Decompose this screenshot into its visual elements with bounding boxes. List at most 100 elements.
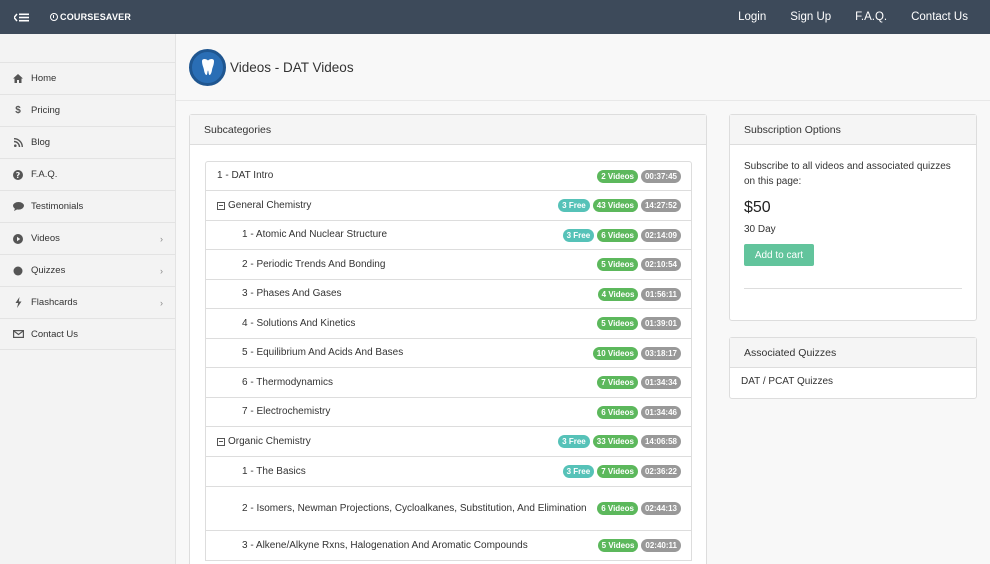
sidebar-item-pricing[interactable]: $ Pricing [0, 94, 175, 126]
sidebar-item-flashcards[interactable]: Flashcards › [0, 286, 175, 318]
sidebar-item-label: F.A.Q. [31, 169, 58, 180]
nav-faq-link[interactable]: F.A.Q. [843, 0, 899, 34]
sidebar-item-label: Testimonials [31, 201, 84, 212]
brand-name: COURSESAVER [60, 12, 132, 22]
associated-quizzes-heading: Associated Quizzes [730, 338, 976, 368]
subcategory-label: 1 - Atomic And Nuclear Structure [242, 229, 388, 240]
duration-badge: 02:44:13 [640, 502, 681, 515]
tooth-logo-icon [189, 48, 226, 86]
list-item[interactable]: 3 - Phases And Gases 4 Videos 01:56:11 [205, 280, 692, 309]
duration-badge: 02:40:11 [641, 539, 681, 552]
duration-badge: 14:27:52 [640, 199, 681, 212]
videos-count-badge: 5 Videos [597, 539, 639, 552]
subcategory-label: 6 - Thermodynamics [242, 376, 333, 388]
category-label: General Chemistry [228, 199, 312, 211]
nav-links: Login Sign Up F.A.Q. Contact Us [726, 0, 980, 34]
videos-count-badge: 6 Videos [597, 405, 638, 419]
videos-count-badge: 7 Videos [597, 376, 638, 389]
sidebar: Home $ Pricing Blog ? F.A.Q. Testimonial… [0, 34, 176, 564]
power-icon [50, 13, 58, 21]
list-item[interactable]: 2 - Periodic Trends And Bonding 5 Videos… [205, 250, 692, 280]
videos-count-badge: 7 Videos [597, 465, 638, 478]
videos-count-badge: 4 Videos [597, 287, 639, 301]
sidebar-item-blog[interactable]: Blog [0, 126, 175, 158]
chevron-right-icon: › [160, 233, 163, 244]
circle-icon [12, 265, 24, 277]
duration-badge: 01:56:11 [641, 287, 681, 301]
category-label: Organic Chemistry [228, 435, 311, 447]
free-count-badge: 3 Free [558, 199, 590, 212]
subcategory-label: 1 - DAT Intro [217, 170, 274, 181]
comment-icon [12, 201, 24, 213]
duration-badge: 02:36:22 [640, 465, 681, 478]
sidebar-item-label: Pricing [31, 105, 61, 116]
duration-badge: 01:39:01 [640, 317, 681, 330]
category-row[interactable]: Organic Chemistry 3 Free 33 Videos 14:06… [205, 427, 692, 457]
videos-count-badge: 43 Videos [592, 199, 638, 212]
sidebar-item-contact[interactable]: Contact Us [0, 318, 175, 350]
list-item[interactable]: 7 - Electrochemistry 6 Videos 01:34:46 [205, 398, 692, 427]
free-count-badge: 3 Free [562, 228, 595, 242]
subscription-description: Subscribe to all videos and associated q… [744, 161, 951, 187]
videos-count-badge: 33 Videos [592, 435, 638, 448]
subcategory-label: 7 - Electrochemistry [242, 406, 331, 417]
videos-count-badge: 5 Videos [597, 258, 638, 271]
subscription-panel: Subscription Options Subscribe to all vi… [729, 114, 977, 321]
sidebar-item-label: Videos [31, 233, 60, 244]
top-navbar: COURSESAVER Login Sign Up F.A.Q. Contact… [0, 0, 990, 34]
nav-contact-link[interactable]: Contact Us [899, 0, 980, 34]
subcategory-label: 3 - Phases And Gases [242, 288, 342, 299]
category-row[interactable]: General Chemistry 3 Free 43 Videos 14:27… [205, 191, 692, 221]
videos-count-badge: 6 Videos [597, 502, 638, 515]
divider [744, 288, 962, 289]
sidebar-item-label: Flashcards [31, 297, 78, 308]
bolt-icon [12, 297, 24, 309]
add-to-cart-button[interactable]: Add to cart [744, 244, 814, 266]
videos-count-badge: 5 Videos [597, 317, 638, 330]
home-icon [12, 73, 24, 85]
brand-logo[interactable]: COURSESAVER [50, 12, 131, 22]
nav-signup-link[interactable]: Sign Up [778, 0, 843, 34]
collapse-icon[interactable] [217, 437, 225, 446]
chevron-right-icon: › [160, 297, 163, 308]
subcategories-panel: Subcategories 1 - DAT Intro 2 Videos 00:… [189, 114, 707, 564]
duration-badge: 02:10:54 [640, 258, 681, 271]
chevron-right-icon: › [160, 265, 163, 276]
dollar-icon: $ [15, 105, 21, 116]
list-item[interactable]: 1 - The Basics 3 Free 7 Videos 02:36:22 [205, 457, 692, 487]
sidebar-item-label: Home [31, 73, 57, 84]
list-item[interactable]: 6 - Thermodynamics 7 Videos 01:34:34 [205, 368, 692, 398]
videos-count-badge: 2 Videos [597, 169, 638, 183]
sidebar-item-faq[interactable]: ? F.A.Q. [0, 158, 175, 190]
subcategories-heading: Subcategories [190, 115, 706, 145]
duration-badge: 00:37:45 [640, 169, 681, 183]
sidebar-item-label: Contact Us [31, 328, 78, 340]
sidebar-item-label: Blog [31, 137, 51, 148]
play-circle-icon [12, 233, 24, 245]
page-title: Videos - DAT Videos [230, 59, 354, 75]
list-item[interactable]: 1 - Atomic And Nuclear Structure 3 Free … [205, 221, 692, 250]
duration-badge: 01:34:46 [640, 405, 681, 419]
question-circle-icon: ? [12, 169, 24, 181]
sidebar-item-quizzes[interactable]: Quizzes › [0, 254, 175, 286]
list-item[interactable]: 3 - Alkene/Alkyne Rxns, Halogenation And… [205, 531, 692, 561]
sidebar-item-testimonials[interactable]: Testimonials [0, 190, 175, 222]
nav-login-link[interactable]: Login [726, 0, 778, 34]
subcategory-label: 4 - Solutions And Kinetics [242, 317, 356, 329]
free-count-badge: 3 Free [562, 465, 595, 478]
list-item[interactable]: 5 - Equilibrium And Acids And Bases 10 V… [205, 339, 692, 368]
videos-count-badge: 6 Videos [597, 228, 638, 242]
list-item[interactable]: 4 - Solutions And Kinetics 5 Videos 01:3… [205, 309, 692, 339]
quiz-link[interactable]: DAT / PCAT Quizzes [730, 368, 976, 395]
subscription-heading: Subscription Options [730, 115, 976, 145]
rss-icon [12, 137, 24, 149]
sidebar-item-label: Quizzes [31, 265, 66, 276]
collapse-icon[interactable] [217, 201, 225, 210]
sidebar-toggle-button[interactable] [0, 0, 42, 34]
sidebar-item-videos[interactable]: Videos › [0, 222, 175, 254]
sidebar-item-home[interactable]: Home [0, 62, 175, 94]
associated-quizzes-panel: Associated Quizzes DAT / PCAT Quizzes [729, 337, 977, 399]
list-item[interactable]: 1 - DAT Intro 2 Videos 00:37:45 [205, 161, 692, 191]
subcategory-list: 1 - DAT Intro 2 Videos 00:37:45 General … [205, 161, 692, 561]
list-item[interactable]: 2 - Isomers, Newman Projections, Cycloal… [205, 487, 692, 531]
